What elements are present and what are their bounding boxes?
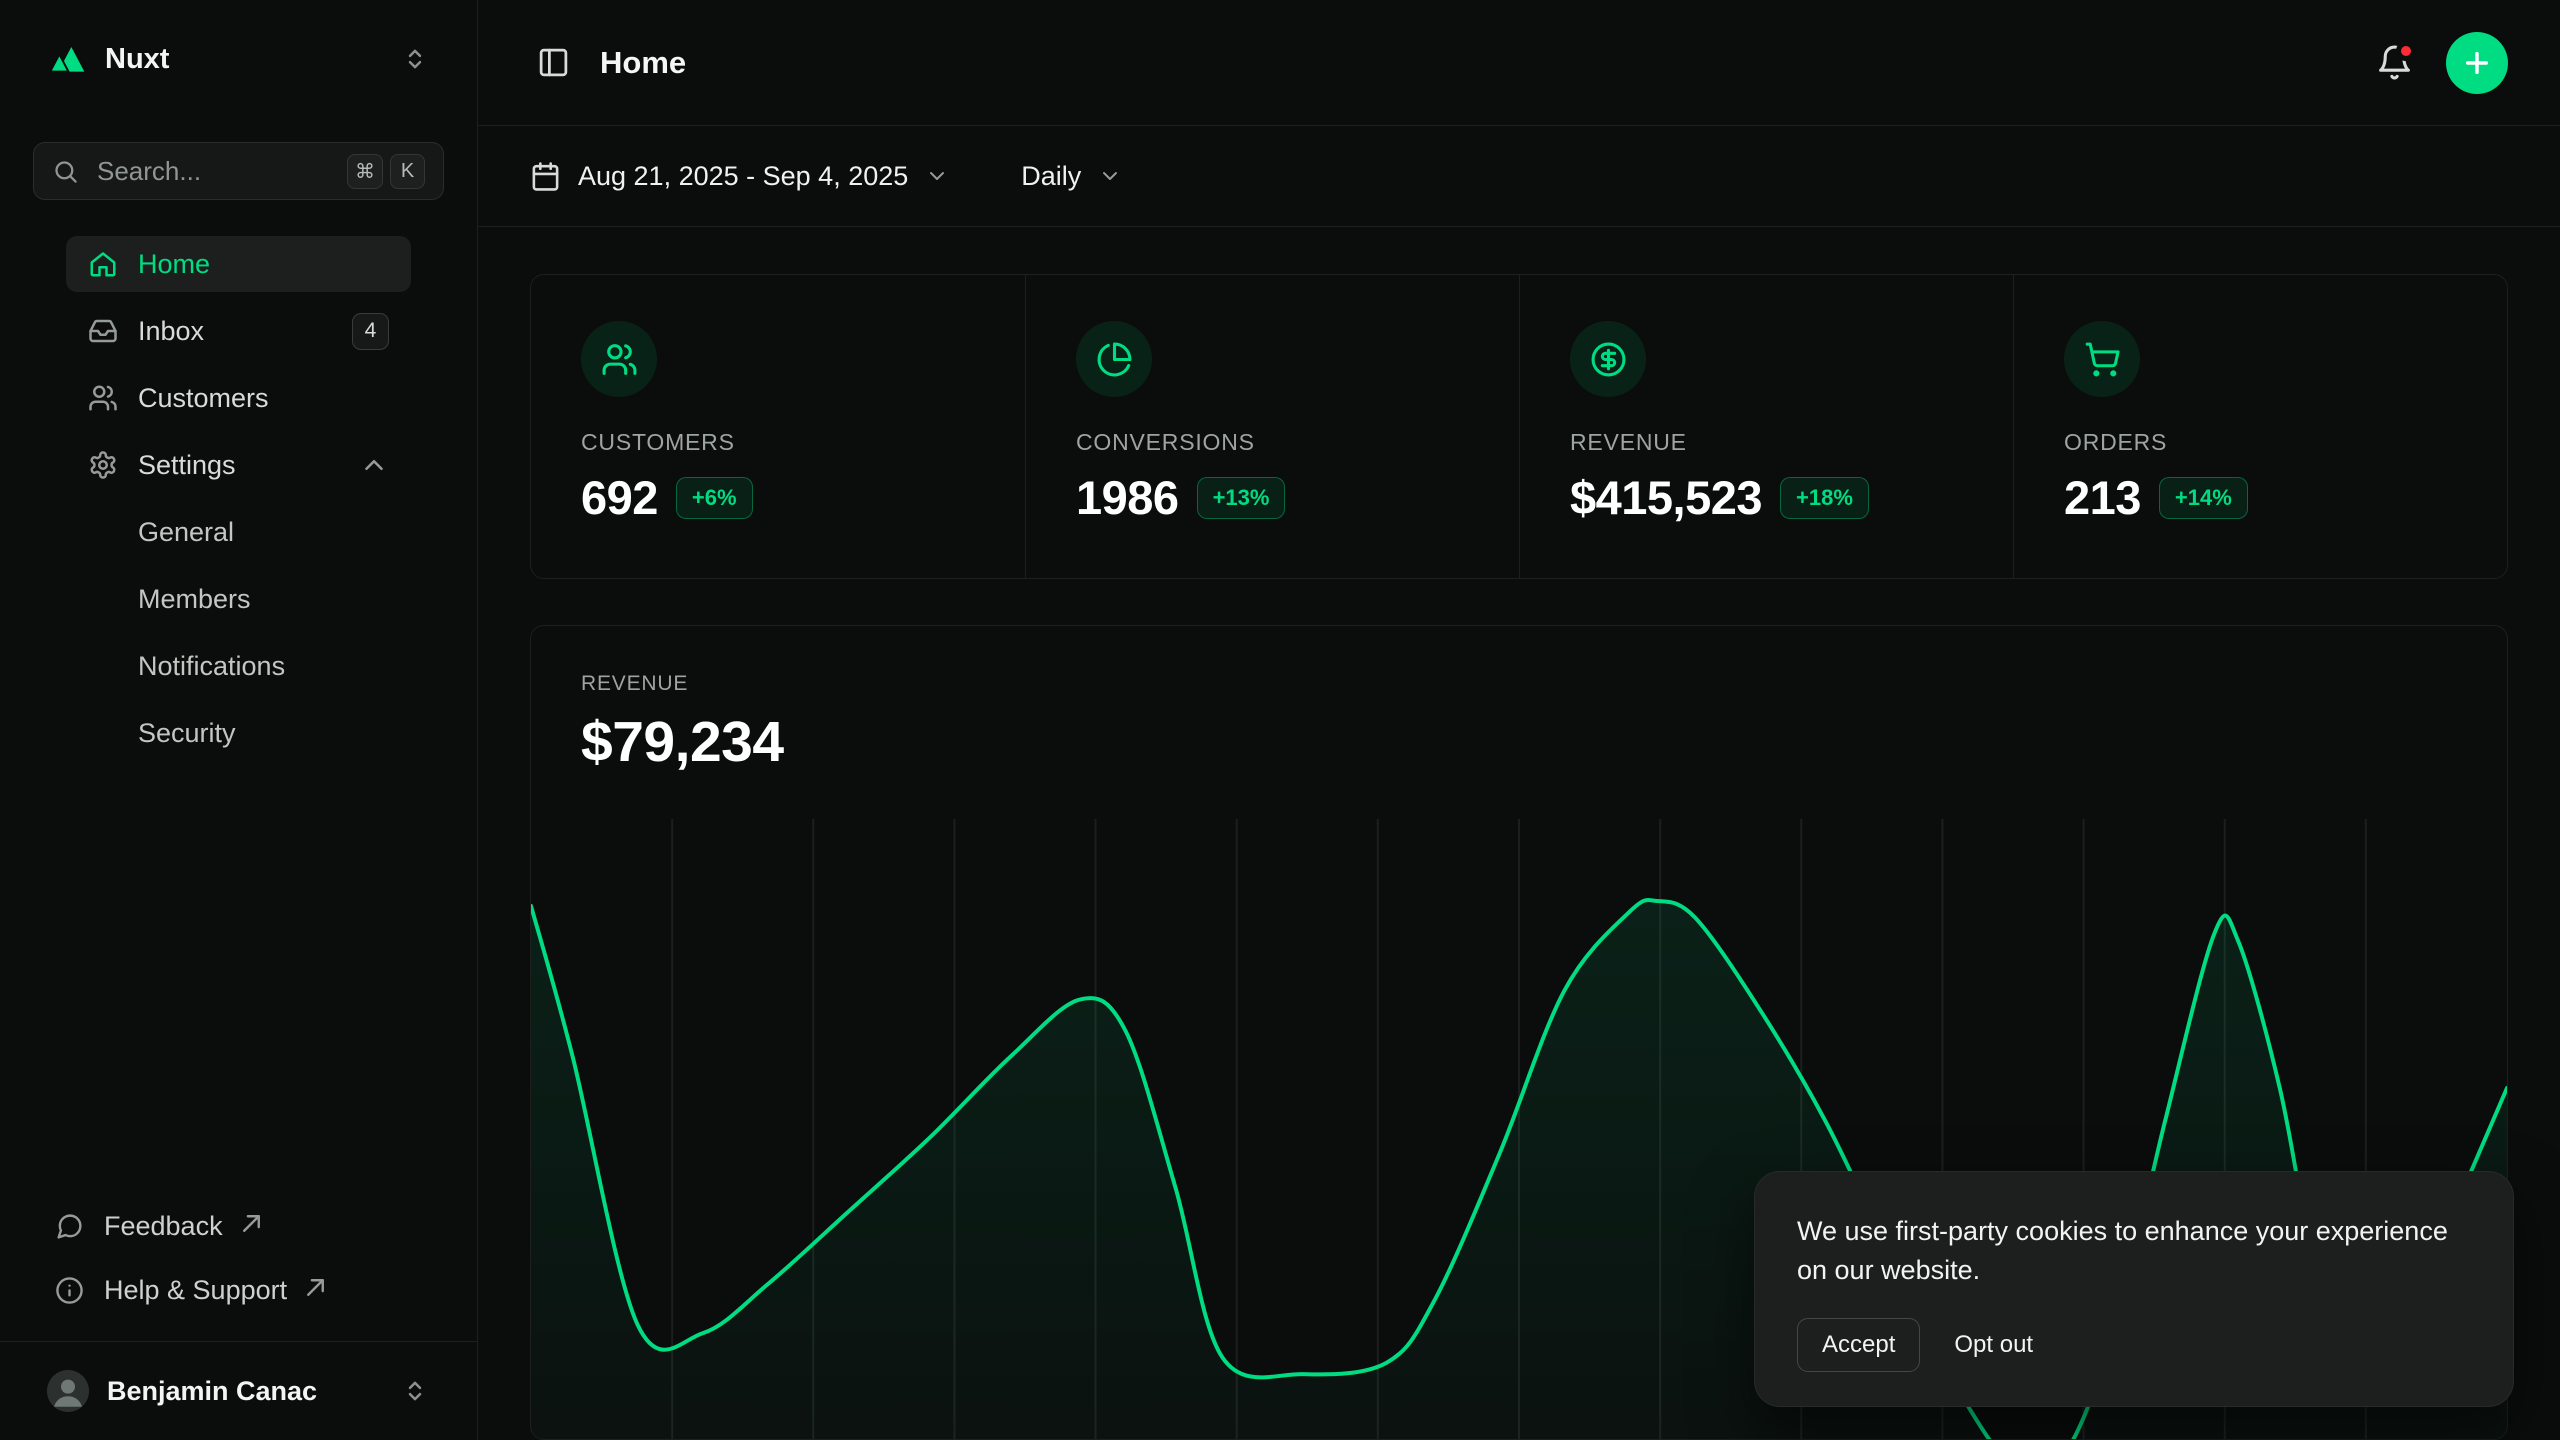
sidebar-item-settings-security[interactable]: Security <box>66 705 411 761</box>
chevron-down-icon <box>1098 164 1122 188</box>
search-input[interactable] <box>97 156 329 187</box>
sidebar-item-home[interactable]: Home <box>66 236 411 292</box>
sidebar-nav: Home Inbox 4 Customers <box>33 236 444 761</box>
calendar-icon <box>530 161 561 192</box>
users-icon <box>88 383 118 413</box>
avatar <box>47 1370 89 1412</box>
sidebar-item-customers[interactable]: Customers <box>66 370 411 426</box>
stat-card-revenue[interactable]: REVENUE $415,523 +18% <box>1519 275 2013 578</box>
stat-label: REVENUE <box>1570 429 1963 456</box>
sidebar-item-inbox[interactable]: Inbox 4 <box>66 303 411 359</box>
stat-card-customers[interactable]: CUSTOMERS 692 +6% <box>531 275 1025 578</box>
panel-left-icon <box>537 46 570 79</box>
granularity-label: Daily <box>1021 161 1081 192</box>
sidebar-item-label: Home <box>138 249 210 280</box>
user-menu[interactable]: Benjamin Canac <box>33 1360 444 1422</box>
sidebar: Nuxt ⌘ K Home <box>0 0 478 1440</box>
date-range-picker[interactable]: Aug 21, 2025 - Sep 4, 2025 <box>530 161 949 192</box>
sidebar-footer: Feedback Help & Support <box>0 1197 477 1341</box>
workspace-name: Nuxt <box>105 43 169 76</box>
stat-label: ORDERS <box>2064 429 2457 456</box>
notification-dot <box>2396 41 2416 61</box>
stat-label: CONVERSIONS <box>1076 429 1469 456</box>
stat-label: CUSTOMERS <box>581 429 975 456</box>
external-link-icon <box>301 1273 330 1302</box>
stat-delta-badge: +18% <box>1780 477 1869 519</box>
stat-value: 1986 <box>1076 470 1179 525</box>
cookie-accept-button[interactable]: Accept <box>1797 1318 1920 1372</box>
filters-bar: Aug 21, 2025 - Sep 4, 2025 Daily <box>478 126 2560 227</box>
user-section: Benjamin Canac <box>0 1341 477 1440</box>
stat-value: 692 <box>581 470 658 525</box>
chevrons-up-down-icon <box>400 1376 430 1406</box>
footer-link-label: Feedback <box>104 1211 223 1242</box>
user-name: Benjamin Canac <box>107 1376 317 1407</box>
search-box[interactable]: ⌘ K <box>33 142 444 200</box>
info-circle-icon <box>55 1276 84 1305</box>
granularity-select[interactable]: Daily <box>1021 161 1122 192</box>
stat-delta-badge: +14% <box>2159 477 2248 519</box>
inbox-icon <box>88 316 118 346</box>
sidebar-item-settings-notifications[interactable]: Notifications <box>66 638 411 694</box>
kbd-k: K <box>390 154 425 189</box>
pie-chart-icon <box>1096 341 1133 378</box>
workspace-selector[interactable]: Nuxt <box>33 26 444 92</box>
gear-icon <box>88 450 118 480</box>
header-actions <box>2372 32 2508 94</box>
sidebar-item-settings-general[interactable]: General <box>66 504 411 560</box>
help-support-link[interactable]: Help & Support <box>33 1261 444 1319</box>
plus-icon <box>2461 47 2493 79</box>
stat-value: 213 <box>2064 470 2141 525</box>
dollar-circle-icon <box>1590 341 1627 378</box>
shopping-cart-icon <box>2084 341 2121 378</box>
sidebar-item-label: Customers <box>138 383 269 414</box>
chevrons-up-down-icon <box>400 44 430 74</box>
page-title: Home <box>600 45 686 81</box>
kbd-cmd: ⌘ <box>347 154 383 189</box>
home-icon <box>88 249 118 279</box>
collapse-sidebar-button[interactable] <box>530 40 576 86</box>
cookie-opt-out-button[interactable]: Opt out <box>1934 1319 2053 1371</box>
sidebar-item-label: Settings <box>138 450 236 481</box>
stat-delta-badge: +13% <box>1197 477 1286 519</box>
sidebar-item-label: Inbox <box>138 316 204 347</box>
nuxt-logo-icon <box>47 39 87 79</box>
users-icon <box>601 341 638 378</box>
chevron-down-icon <box>925 164 949 188</box>
search-icon <box>52 158 79 185</box>
sidebar-item-settings-members[interactable]: Members <box>66 571 411 627</box>
main-header: Home <box>478 0 2560 126</box>
stat-card-conversions[interactable]: CONVERSIONS 1986 +13% <box>1025 275 1519 578</box>
feedback-link[interactable]: Feedback <box>33 1197 444 1255</box>
revenue-chart-label: REVENUE <box>581 672 2457 696</box>
stat-delta-badge: +6% <box>676 477 753 519</box>
external-link-icon <box>237 1209 266 1238</box>
cookie-actions: Accept Opt out <box>1797 1318 2471 1372</box>
stats-grid: CUSTOMERS 692 +6% CONVERSIONS 1986 +13% <box>530 274 2508 579</box>
chat-bubble-icon <box>55 1212 84 1241</box>
stat-card-orders[interactable]: ORDERS 213 +14% <box>2013 275 2507 578</box>
revenue-head: REVENUE $79,234 <box>531 626 2507 775</box>
revenue-chart-value: $79,234 <box>581 709 2457 775</box>
cookie-message: We use first-party cookies to enhance yo… <box>1797 1212 2471 1290</box>
sidebar-item-settings[interactable]: Settings <box>66 437 411 493</box>
footer-link-label: Help & Support <box>104 1275 287 1306</box>
inbox-count-badge: 4 <box>352 313 389 350</box>
search-shortcut: ⌘ K <box>347 154 425 189</box>
add-button[interactable] <box>2446 32 2508 94</box>
stat-value: $415,523 <box>1570 470 1762 525</box>
cookie-banner: We use first-party cookies to enhance yo… <box>1754 1171 2514 1407</box>
date-range-label: Aug 21, 2025 - Sep 4, 2025 <box>578 161 908 192</box>
sidebar-top: Nuxt ⌘ K Home <box>0 0 477 761</box>
notifications-button[interactable] <box>2372 41 2416 85</box>
chevron-up-icon <box>359 450 389 480</box>
